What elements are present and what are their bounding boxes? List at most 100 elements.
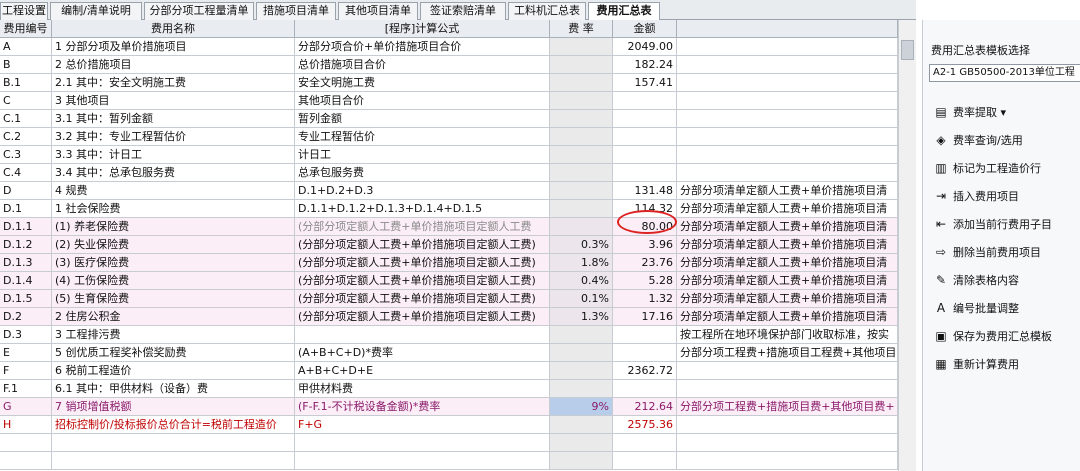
col-header-code[interactable]: 费用编号 [0, 20, 52, 38]
cell-note[interactable]: 分部分项工程费+措施项目费+其他项目费+ [677, 398, 898, 416]
cell-rate[interactable] [550, 128, 613, 146]
cell-name[interactable]: 3.3 其中：计日工 [52, 146, 295, 164]
cell-amount[interactable]: 2049.00 [613, 38, 677, 56]
cell-amount[interactable] [613, 92, 677, 110]
cell-rate[interactable] [550, 362, 613, 380]
cell-amount[interactable] [613, 326, 677, 344]
table-row[interactable]: D.1.3 (3) 医疗保险费 (分部分项定额人工费+单价措施项目定额人工费) 1.8… [0, 254, 898, 272]
cell-name[interactable]: 1 社会保险费 [52, 200, 295, 218]
cell-code[interactable]: D.1.3 [0, 254, 52, 272]
cell-name[interactable]: 招标控制价/投标报价总价合计=税前工程造价 [52, 416, 295, 434]
cell-formula[interactable] [295, 434, 550, 452]
cell-code[interactable]: D.1 [0, 200, 52, 218]
cell-amount[interactable]: 5.28 [613, 272, 677, 290]
cell-rate[interactable]: 0.3% [550, 236, 613, 254]
cell-note[interactable] [677, 38, 898, 56]
cell-name[interactable]: 2 总价措施项目 [52, 56, 295, 74]
table-row[interactable]: D.1.1 (1) 养老保险费 (分部分项定额人工费+单价措施项目定额人工费 80.0… [0, 218, 898, 236]
table-row[interactable]: D.1.2 (2) 失业保险费 (分部分项定额人工费+单价措施项目定额人工费) 0.3… [0, 236, 898, 254]
cell-rate[interactable] [550, 164, 613, 182]
cell-rate[interactable]: 1.3% [550, 308, 613, 326]
table-row[interactable]: C3 其他项目 其他项目合价 [0, 92, 898, 110]
tab-7[interactable]: 费用汇总表 [588, 2, 660, 21]
cell-note[interactable] [677, 92, 898, 110]
cell-note[interactable]: 分部分项清单定额人工费+单价措施项目清 [677, 308, 898, 326]
table-row[interactable]: G7 销项增值税额 (F-F.1-不计税设备金额)*费率 9% 212.64 分部分项工… [0, 398, 898, 416]
cell-code[interactable]: D.1.5 [0, 290, 52, 308]
cell-code[interactable]: F.1 [0, 380, 52, 398]
cell-rate[interactable] [550, 344, 613, 362]
cell-rate[interactable] [550, 218, 613, 236]
cell-formula[interactable]: 总价措施项目合价 [295, 56, 550, 74]
panel-button-0[interactable]: ▤ 费率提取 ▾ [933, 102, 1006, 122]
cell-amount[interactable] [613, 344, 677, 362]
cell-code[interactable]: D [0, 182, 52, 200]
cell-formula[interactable]: 专业工程暂估价 [295, 128, 550, 146]
cell-rate[interactable] [550, 92, 613, 110]
panel-button-7[interactable]: A 编号批量调整 [933, 298, 1019, 318]
tab-1[interactable]: 编制/清单说明 [50, 2, 142, 20]
cell-code[interactable]: H [0, 416, 52, 434]
cell-formula[interactable]: (A+B+C+D)*费率 [295, 344, 550, 362]
cell-rate[interactable] [550, 146, 613, 164]
cell-code[interactable]: C.3 [0, 146, 52, 164]
cell-formula[interactable]: (分部分项定额人工费+单价措施项目定额人工费) [295, 236, 550, 254]
cell-amount[interactable] [613, 146, 677, 164]
cell-formula[interactable]: D.1+D.2+D.3 [295, 182, 550, 200]
table-row[interactable]: F6 税前工程造价 A+B+C+D+E 2362.72 [0, 362, 898, 380]
cell-code[interactable]: D.1.2 [0, 236, 52, 254]
table-row[interactable]: D.1 1 社会保险费 D.1.1+D.1.2+D.1.3+D.1.4+D.1.5 1… [0, 200, 898, 218]
cell-amount[interactable] [613, 164, 677, 182]
panel-button-9[interactable]: ▦ 重新计算费用 [933, 354, 1019, 374]
cell-amount[interactable]: 1.32 [613, 290, 677, 308]
cell-note[interactable] [677, 74, 898, 92]
cell-name[interactable]: 3.1 其中：暂列金额 [52, 110, 295, 128]
cell-formula[interactable]: 甲供材料费 [295, 380, 550, 398]
vertical-scrollbar[interactable] [898, 20, 916, 471]
cell-note[interactable]: 分部分项清单定额人工费+单价措施项目清 [677, 254, 898, 272]
cell-amount[interactable]: 23.76 [613, 254, 677, 272]
cell-formula[interactable]: (分部分项定额人工费+单价措施项目定额人工费) [295, 290, 550, 308]
cell-name[interactable]: (4) 工伤保险费 [52, 272, 295, 290]
cell-amount[interactable]: 157.41 [613, 74, 677, 92]
cell-note[interactable] [677, 380, 898, 398]
cell-note[interactable]: 分部分项清单定额人工费+单价措施项目清 [677, 182, 898, 200]
cell-formula[interactable]: (分部分项定额人工费+单价措施项目定额人工费) [295, 254, 550, 272]
col-header-formula[interactable]: [程序]计算公式 [295, 20, 550, 38]
cell-rate[interactable] [550, 182, 613, 200]
cell-code[interactable]: C.1 [0, 110, 52, 128]
table-row[interactable]: E5 创优质工程奖补偿奖励费 (A+B+C+D)*费率 分部分项工程费+措施项目工程… [0, 344, 898, 362]
cell-name[interactable]: 4 规费 [52, 182, 295, 200]
cell-amount[interactable] [613, 380, 677, 398]
cell-code[interactable]: E [0, 344, 52, 362]
table-row[interactable]: C.4 3.4 其中：总承包服务费 总承包服务费 [0, 164, 898, 182]
cell-formula[interactable]: 计日工 [295, 146, 550, 164]
panel-button-2[interactable]: ▥ 标记为工程造价行 [933, 158, 1041, 178]
template-select[interactable]: A2-1 GB50500-2013单位工程 [929, 64, 1080, 82]
chevron-down-icon[interactable]: ▾ [997, 106, 1006, 119]
cell-formula[interactable]: 其他项目合价 [295, 92, 550, 110]
col-header-name[interactable]: 费用名称 [52, 20, 295, 38]
cell-rate[interactable]: 0.1% [550, 290, 613, 308]
cell-code[interactable]: G [0, 398, 52, 416]
cell-code[interactable]: B.1 [0, 74, 52, 92]
cell-name[interactable]: 6.1 其中：甲供材料（设备）费 [52, 380, 295, 398]
cell-rate[interactable] [550, 74, 613, 92]
cell-rate[interactable] [550, 56, 613, 74]
cell-code[interactable]: D.1.1 [0, 218, 52, 236]
cell-name[interactable]: 7 销项增值税额 [52, 398, 295, 416]
cell-name[interactable]: 5 创优质工程奖补偿奖励费 [52, 344, 295, 362]
cell-formula[interactable]: D.1.1+D.1.2+D.1.3+D.1.4+D.1.5 [295, 200, 550, 218]
cell-formula[interactable]: (分部分项定额人工费+单价措施项目定额人工费 [295, 218, 550, 236]
cell-rate[interactable] [550, 452, 613, 470]
cell-note[interactable] [677, 128, 898, 146]
table-row[interactable]: H 招标控制价/投标报价总价合计=税前工程造价 F+G 2575.36 [0, 416, 898, 434]
cell-code[interactable]: D.2 [0, 308, 52, 326]
cell-note[interactable] [677, 146, 898, 164]
cell-name[interactable]: (1) 养老保险费 [52, 218, 295, 236]
cell-note[interactable] [677, 56, 898, 74]
cell-name[interactable] [52, 434, 295, 452]
cell-name[interactable]: 6 税前工程造价 [52, 362, 295, 380]
cell-note[interactable]: 分部分项清单定额人工费+单价措施项目清 [677, 218, 898, 236]
table-row[interactable]: D.1.4 (4) 工伤保险费 (分部分项定额人工费+单价措施项目定额人工费) 0.4… [0, 272, 898, 290]
